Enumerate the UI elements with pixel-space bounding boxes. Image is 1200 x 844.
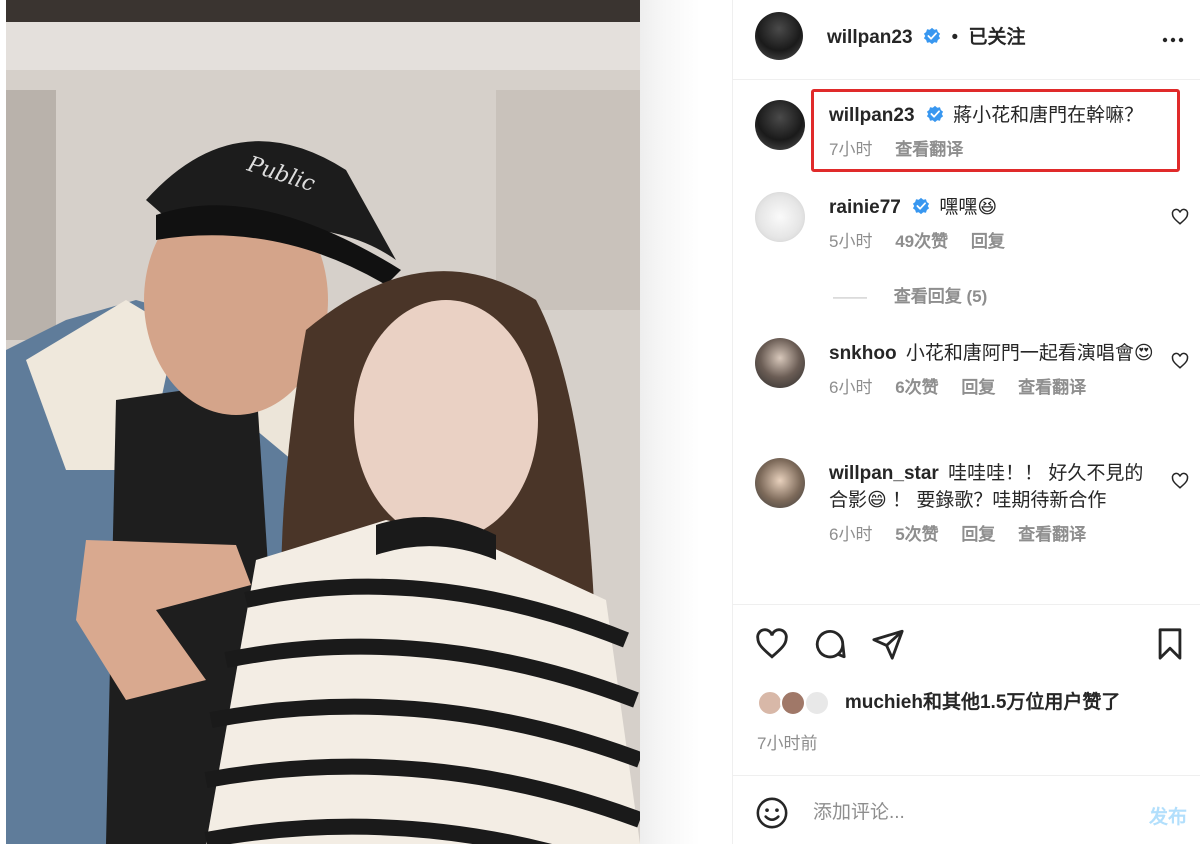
comment-like-heart-icon[interactable] bbox=[1171, 472, 1189, 490]
caption-avatar[interactable] bbox=[755, 100, 805, 150]
comment-meta: 5小时 49次赞 回复 bbox=[829, 227, 1159, 252]
comment-like-heart-icon[interactable] bbox=[1171, 352, 1189, 370]
author-username[interactable]: willpan23 bbox=[827, 27, 913, 48]
comment-body: snkhoo 小花和唐阿門一起看演唱會😍 6小时 6次赞 回复 查看翻译 bbox=[829, 340, 1159, 398]
caption-highlight-box bbox=[811, 89, 1180, 172]
view-replies-button[interactable]: —— 查看回复 (5) bbox=[833, 282, 987, 307]
comment-text-line: willpan_star 哇哇哇！！ 好久不見的合影😄 ！ 要錄歌？哇期待新合作 bbox=[829, 460, 1159, 514]
bookmark-icon[interactable] bbox=[1153, 627, 1187, 661]
separator-dot: • bbox=[951, 27, 959, 48]
comment-likes[interactable]: 49次赞 bbox=[895, 232, 948, 251]
comment-translate-link[interactable]: 查看翻译 bbox=[1018, 378, 1086, 397]
comment-likes[interactable]: 5次赞 bbox=[895, 525, 938, 544]
post-header: willpan23 • 已关注 bbox=[733, 0, 1200, 80]
liker-avatar bbox=[803, 689, 830, 716]
commenter-avatar[interactable] bbox=[755, 338, 805, 388]
comment-time[interactable]: 5小时 bbox=[829, 232, 872, 251]
post-comment-button[interactable]: 发布 bbox=[1149, 802, 1187, 829]
comment-text-line: rainie77 嘿嘿😆 bbox=[829, 194, 1159, 221]
comment-text: 小花和唐阿門一起看演唱會😍 bbox=[905, 343, 1154, 364]
comment-reply-button[interactable]: 回复 bbox=[961, 525, 995, 544]
more-icon[interactable] bbox=[1161, 28, 1185, 52]
likes-summary[interactable]: muchieh和其他1.5万位用户赞了 bbox=[757, 687, 1120, 716]
photo-frame-edge bbox=[640, 0, 700, 844]
selfie-photo-illustration: Public bbox=[6, 0, 640, 844]
liker-avatar bbox=[780, 689, 807, 716]
send-icon[interactable] bbox=[871, 627, 905, 661]
comment-username[interactable]: rainie77 bbox=[829, 197, 901, 218]
comment-like-heart-icon[interactable] bbox=[1171, 208, 1189, 226]
comment-reply-button[interactable]: 回复 bbox=[961, 378, 995, 397]
post-actions-section: muchieh和其他1.5万位用户赞了 7小时前 发布 bbox=[733, 604, 1200, 844]
author-line: willpan23 • 已关注 bbox=[827, 22, 1026, 49]
comment-meta: 6小时 6次赞 回复 查看翻译 bbox=[829, 373, 1159, 398]
emoji-icon[interactable] bbox=[755, 796, 789, 830]
comment-text: 嘿嘿😆 bbox=[939, 197, 998, 218]
comment-username[interactable]: snkhoo bbox=[829, 343, 897, 364]
commenter-avatar[interactable] bbox=[755, 458, 805, 508]
comment-body: willpan_star 哇哇哇！！ 好久不見的合影😄 ！ 要錄歌？哇期待新合作… bbox=[829, 460, 1159, 545]
comment-time[interactable]: 6小时 bbox=[829, 378, 872, 397]
comment-translate-link[interactable]: 查看翻译 bbox=[1018, 525, 1086, 544]
liker-avatar bbox=[757, 689, 783, 716]
post-photo-pane: Public bbox=[0, 0, 732, 844]
verified-badge-icon bbox=[923, 27, 941, 45]
verified-badge-icon bbox=[913, 197, 930, 215]
comment-icon[interactable] bbox=[813, 627, 847, 661]
author-avatar[interactable] bbox=[755, 12, 803, 60]
likes-liker[interactable]: muchieh bbox=[845, 692, 923, 713]
likes-text: 和其他1.5万位用户赞了 bbox=[922, 692, 1121, 713]
comment-text-line: snkhoo 小花和唐阿門一起看演唱會😍 bbox=[829, 340, 1159, 367]
add-comment-bar: 发布 bbox=[733, 775, 1200, 844]
view-replies-line: —— bbox=[833, 287, 867, 306]
comment-likes[interactable]: 6次赞 bbox=[895, 378, 938, 397]
comment-body: rainie77 嘿嘿😆 5小时 49次赞 回复 bbox=[829, 194, 1159, 252]
post-detail-panel: willpan23 • 已关注 willpan23 蔣小花和唐門在幹嘛？ 7小时… bbox=[732, 0, 1200, 844]
heart-icon[interactable] bbox=[755, 627, 789, 661]
comment-username[interactable]: willpan_star bbox=[829, 463, 939, 484]
comment-time[interactable]: 6小时 bbox=[829, 525, 872, 544]
comment-reply-button[interactable]: 回复 bbox=[971, 232, 1005, 251]
follow-status[interactable]: 已关注 bbox=[969, 27, 1026, 48]
view-replies-label: 查看回复 (5) bbox=[893, 287, 988, 306]
comment-meta: 6小时 5次赞 回复 查看翻译 bbox=[829, 520, 1159, 545]
comment-input[interactable] bbox=[813, 796, 1113, 830]
post-time: 7小时前 bbox=[757, 734, 818, 753]
commenter-avatar[interactable] bbox=[755, 192, 805, 242]
post-photo[interactable]: Public bbox=[6, 0, 640, 844]
